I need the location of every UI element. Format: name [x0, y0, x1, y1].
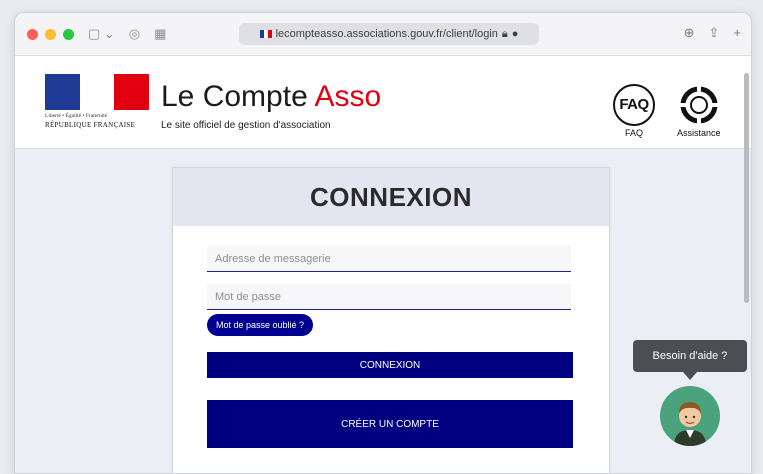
assistance-button[interactable]: Assistance [677, 84, 721, 138]
sidebar-icon[interactable]: ▢ ⌄ [88, 26, 115, 42]
site-header: Liberté • Égalité • Fraternité RÉPUBLIQU… [15, 56, 751, 149]
email-field[interactable] [207, 246, 571, 272]
minimize-window-button[interactable] [45, 28, 56, 40]
faq-icon: FAQ [613, 84, 655, 126]
page-scrollbar[interactable] [744, 73, 749, 303]
create-account-button[interactable]: CRÉER UN COMPTE [207, 400, 573, 448]
password-field[interactable] [207, 284, 571, 310]
page-menu-icon[interactable]: ● [512, 28, 519, 40]
privacy-shield-icon[interactable]: ◎ [129, 26, 140, 42]
share-icon[interactable]: ⇪ [709, 25, 720, 41]
close-window-button[interactable] [27, 28, 38, 40]
login-heading: CONNEXION [173, 168, 609, 226]
site-title-main: Le Compte [161, 80, 315, 113]
login-button[interactable]: CONNEXION [207, 352, 573, 378]
zoom-window-button[interactable] [63, 28, 74, 40]
site-favicon-icon [259, 30, 272, 38]
new-tab-icon[interactable]: + [733, 25, 741, 41]
login-card: CONNEXION Mot de passe oublié ? CONNEXIO… [172, 167, 610, 473]
browser-toolbar: ▢ ⌄ ◎ ▦ lecompteasso.associations.gouv.f… [15, 13, 751, 56]
toolbar-actions: ⊕ ⇪ + [684, 25, 741, 41]
lifebuoy-icon [679, 86, 718, 124]
site-subtitle: Le site officiel de gestion d'associatio… [161, 120, 331, 131]
faq-label: FAQ [624, 128, 643, 138]
logo-motto: Liberté • Égalité • Fraternité [45, 113, 108, 119]
lock-icon: 🔒︎ [501, 27, 508, 40]
marianne-flag-icon [45, 74, 150, 110]
help-chat-button[interactable] [660, 386, 720, 446]
support-agent-icon [674, 402, 706, 446]
download-icon[interactable]: ⊕ [684, 25, 695, 41]
tab-grid-icon[interactable]: ▦ [154, 26, 166, 42]
help-tooltip: Besoin d'aide ? [633, 340, 747, 380]
url-text: lecompteasso.associations.gouv.fr/client… [275, 28, 498, 40]
logo-republic: RÉPUBLIQUE FRANÇAISE [45, 121, 136, 129]
window-controls [27, 28, 74, 40]
faq-button[interactable]: FAQ FAQ [613, 84, 655, 138]
forgot-password-button[interactable]: Mot de passe oublié ? [207, 314, 314, 336]
site-title[interactable]: Le Compte Asso [161, 80, 381, 114]
address-bar[interactable]: lecompteasso.associations.gouv.fr/client… [239, 23, 539, 45]
site-title-accent: Asso [314, 80, 382, 113]
assistance-label: Assistance [677, 128, 721, 138]
republique-francaise-logo[interactable]: Liberté • Égalité • Fraternité RÉPUBLIQU… [45, 74, 150, 136]
browser-window: ▢ ⌄ ◎ ▦ lecompteasso.associations.gouv.f… [14, 12, 752, 474]
